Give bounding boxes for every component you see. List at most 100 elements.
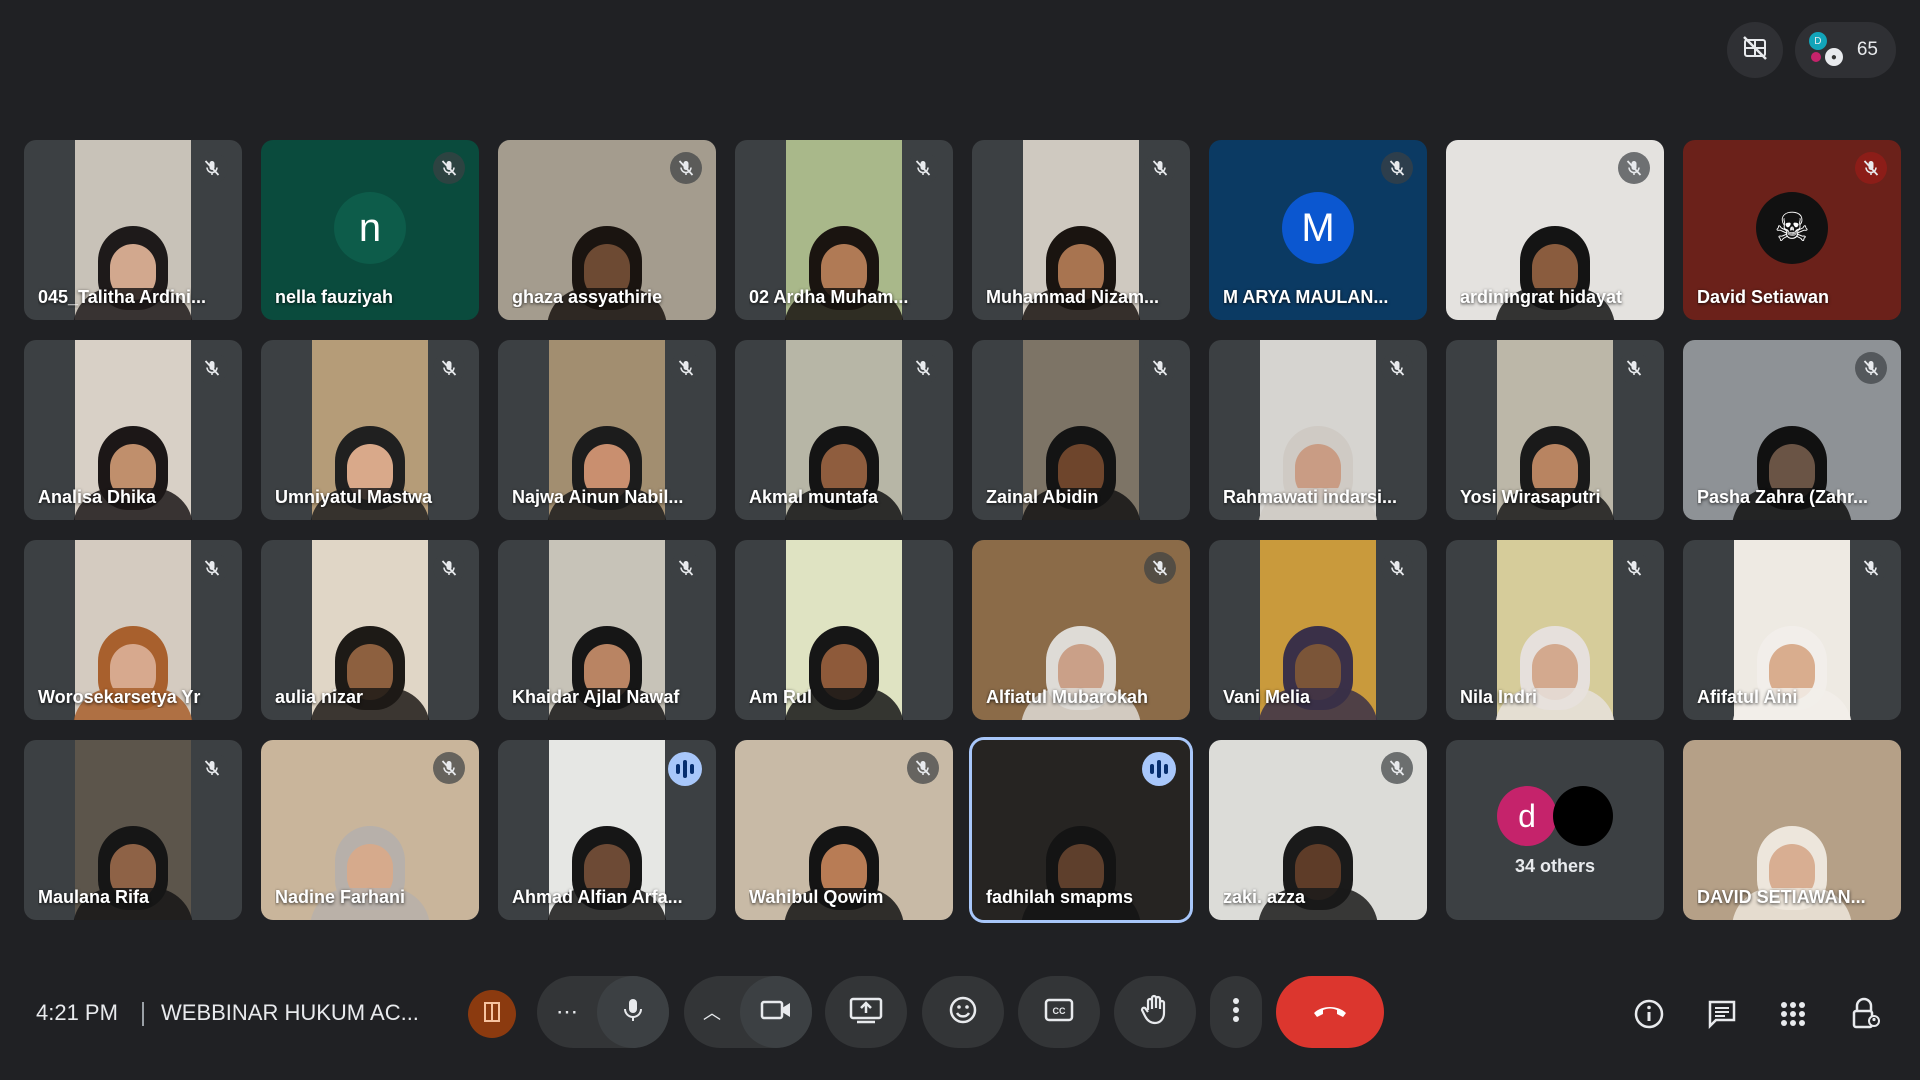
- participant-tile[interactable]: Rahmawati indarsi...: [1209, 340, 1427, 520]
- participant-tile[interactable]: ☠ David Setiawan: [1683, 140, 1901, 320]
- mic-off-icon: [1381, 152, 1413, 184]
- participant-tile[interactable]: Ahmad Alfian Arfa...: [498, 740, 716, 920]
- participant-tile[interactable]: aulia nizar: [261, 540, 479, 720]
- raise-hand-button[interactable]: [1114, 976, 1196, 1048]
- mic-off-icon: [196, 552, 228, 584]
- others-avatar: d: [1497, 786, 1557, 846]
- participant-tile[interactable]: Pasha Zahra (Zahr...: [1683, 340, 1901, 520]
- layout-toggle-button[interactable]: [1726, 22, 1783, 78]
- present-screen-button[interactable]: [825, 976, 907, 1048]
- chat-icon: [1706, 998, 1738, 1035]
- participant-tile[interactable]: Vani Melia: [1209, 540, 1427, 720]
- participant-name: zaki. azza: [1223, 887, 1306, 907]
- mic-off-icon: [1144, 152, 1176, 184]
- participant-tile[interactable]: ghaza assyathirie: [498, 140, 716, 320]
- participant-name: Yosi Wirasaputri: [1460, 487, 1601, 507]
- mic-button[interactable]: [597, 976, 669, 1048]
- participant-name: Nadine Farhani: [275, 887, 406, 907]
- participant-name: fadhilah smapms: [986, 887, 1134, 907]
- mic-off-icon: [433, 152, 465, 184]
- participant-tile[interactable]: zaki. azza: [1209, 740, 1427, 920]
- mic-icon: [619, 996, 647, 1029]
- divider: [142, 1002, 144, 1026]
- mic-off-icon: [670, 152, 702, 184]
- mic-off-icon: [1144, 552, 1176, 584]
- captions-button[interactable]: CC: [1018, 976, 1100, 1048]
- more-options-button[interactable]: [1210, 976, 1262, 1048]
- mic-off-icon: [196, 352, 228, 384]
- participant-tile[interactable]: Am Rul: [735, 540, 953, 720]
- participant-name: aulia nizar: [275, 687, 364, 707]
- participant-tile[interactable]: Zainal Abidin: [972, 340, 1190, 520]
- reactions-button[interactable]: [922, 976, 1004, 1048]
- participant-name: Maulana Rifa: [38, 887, 150, 907]
- mic-off-icon: [1618, 352, 1650, 384]
- participant-tile[interactable]: ardiningrat hidayat: [1446, 140, 1664, 320]
- participant-tile[interactable]: Analisa Dhika: [24, 340, 242, 520]
- others-tile[interactable]: d 34 others: [1446, 740, 1664, 920]
- mic-off-icon: [433, 552, 465, 584]
- camera-icon: [760, 996, 792, 1029]
- participant-tile[interactable]: n nella fauziyah: [261, 140, 479, 320]
- participant-tile[interactable]: Wahibul Qowim: [735, 740, 953, 920]
- participant-tile[interactable]: M M ARYA MAULAN...: [1209, 140, 1427, 320]
- participant-tile[interactable]: 02 Ardha Muham...: [735, 140, 953, 320]
- participant-tile[interactable]: Maulana Rifa: [24, 740, 242, 920]
- mic-off-icon: [1855, 552, 1887, 584]
- hand-icon: [1140, 994, 1170, 1031]
- participant-name: Analisa Dhika: [38, 487, 157, 507]
- mic-off-icon: [1618, 152, 1650, 184]
- participant-name: Najwa Ainun Nabil...: [512, 487, 684, 507]
- participants-button[interactable]: D ● 65: [1794, 22, 1896, 78]
- participant-tile[interactable]: Alfiatul Mubarokah: [972, 540, 1190, 720]
- participant-name: Khaidar Ajlal Nawaf: [512, 687, 680, 707]
- host-controls-lock-button[interactable]: [1846, 996, 1886, 1036]
- participant-name: 045_Talitha Ardini...: [38, 287, 207, 307]
- mic-off-icon: [196, 752, 228, 784]
- more-audio-options-icon[interactable]: ⋯: [537, 999, 597, 1025]
- participant-tile[interactable]: Afifatul Aini: [1683, 540, 1901, 720]
- mic-off-icon: [433, 352, 465, 384]
- participant-tile[interactable]: Nadine Farhani: [261, 740, 479, 920]
- participant-tile[interactable]: Najwa Ainun Nabil...: [498, 340, 716, 520]
- participant-name: Ahmad Alfian Arfa...: [512, 887, 683, 907]
- participant-tile[interactable]: Umniyatul Mastwa: [261, 340, 479, 520]
- participant-tile[interactable]: Muhammad Nizam...: [972, 140, 1190, 320]
- svg-text:CC: CC: [1053, 1006, 1066, 1016]
- top-right-controls: D ● 65: [1726, 22, 1896, 78]
- participant-tile[interactable]: Akmal muntafa: [735, 340, 953, 520]
- participant-tile[interactable]: DAVID SETIAWAN...: [1683, 740, 1901, 920]
- participant-name: Nila Indri: [1460, 687, 1538, 707]
- participant-tile[interactable]: Nila Indri: [1446, 540, 1664, 720]
- mic-off-icon: [1381, 552, 1413, 584]
- participant-name: David Setiawan: [1697, 287, 1830, 307]
- participant-grid: 045_Talitha Ardini... n nella fauziyah ghaz…: [24, 140, 1901, 920]
- activities-button[interactable]: [1773, 996, 1813, 1036]
- participants-avatars: D ●: [1808, 32, 1845, 68]
- participant-tile[interactable]: Khaidar Ajlal Nawaf: [498, 540, 716, 720]
- participant-tile[interactable]: fadhilah smapms: [972, 740, 1190, 920]
- participant-name: Zainal Abidin: [986, 487, 1099, 507]
- participant-name: Pasha Zahra (Zahr...: [1697, 487, 1869, 507]
- avatar: M: [1282, 192, 1354, 264]
- camera-button[interactable]: [740, 976, 812, 1048]
- participant-name: Alfiatul Mubarokah: [986, 687, 1149, 707]
- avatar: n: [334, 192, 406, 264]
- participant-tile[interactable]: Worosekarsetya Yr: [24, 540, 242, 720]
- mic-off-icon: [670, 352, 702, 384]
- mic-off-icon: [1144, 352, 1176, 384]
- host-controls-button[interactable]: [468, 990, 516, 1038]
- participant-name: Rahmawati indarsi...: [1223, 487, 1398, 507]
- participant-tile[interactable]: 045_Talitha Ardini...: [24, 140, 242, 320]
- chat-button[interactable]: [1702, 996, 1742, 1036]
- chevron-up-icon[interactable]: ︿: [684, 999, 740, 1025]
- mic-control-group: ⋯: [537, 976, 669, 1048]
- meeting-title[interactable]: WEBBINAR HUKUM AC...: [161, 1000, 419, 1026]
- leave-call-button[interactable]: [1276, 976, 1384, 1048]
- participant-name: Vani Melia: [1223, 687, 1311, 707]
- emoji-icon: [948, 995, 978, 1030]
- participant-name: Muhammad Nizam...: [986, 287, 1160, 307]
- participant-tile[interactable]: Yosi Wirasaputri: [1446, 340, 1664, 520]
- mic-off-icon: [907, 752, 939, 784]
- meeting-details-button[interactable]: [1629, 996, 1669, 1036]
